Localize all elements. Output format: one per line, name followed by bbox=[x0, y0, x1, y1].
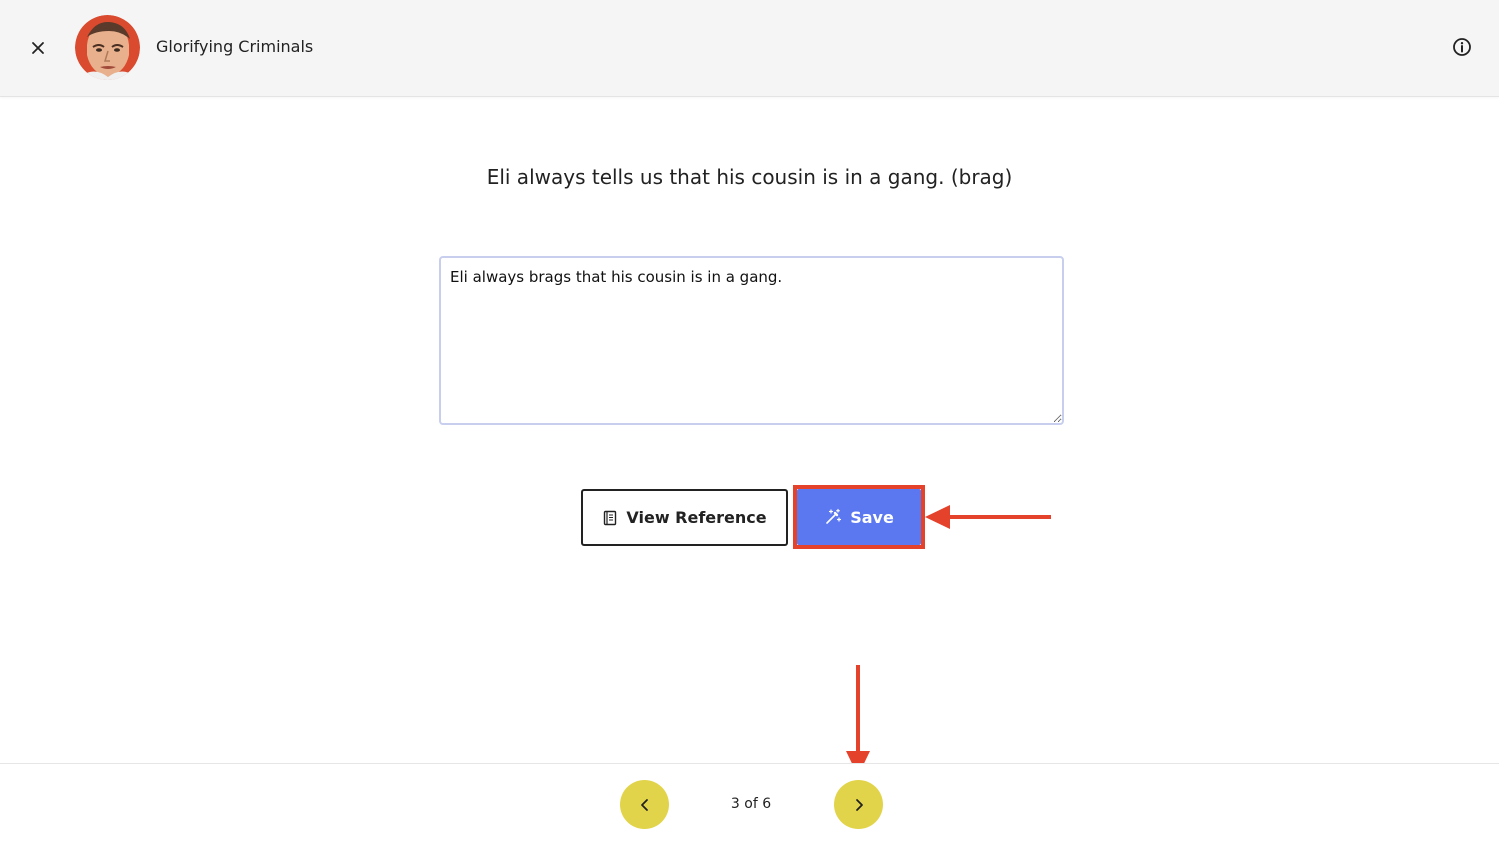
next-annotation-arrow bbox=[846, 665, 870, 776]
page-indicator: 3 of 6 bbox=[730, 796, 772, 812]
save-annotation-arrow bbox=[925, 505, 1051, 529]
top-bar: Glorifying Criminals bbox=[0, 0, 1499, 97]
lesson-avatar bbox=[75, 15, 140, 80]
save-button[interactable]: Save bbox=[797, 489, 921, 545]
info-button[interactable] bbox=[1450, 35, 1474, 59]
view-reference-label: View Reference bbox=[626, 508, 767, 527]
close-icon bbox=[32, 42, 44, 54]
previous-button[interactable] bbox=[620, 780, 669, 829]
answer-textarea[interactable]: Eli always brags that his cousin is in a… bbox=[439, 256, 1064, 425]
close-button[interactable] bbox=[26, 36, 50, 60]
info-icon bbox=[1453, 38, 1471, 56]
magic-wand-icon bbox=[826, 508, 842, 524]
book-icon bbox=[604, 510, 617, 525]
chevron-right-icon bbox=[855, 798, 863, 811]
next-button[interactable] bbox=[834, 780, 883, 829]
lesson-title: Glorifying Criminals bbox=[156, 37, 314, 56]
save-label: Save bbox=[850, 507, 894, 527]
exercise-prompt: Eli always tells us that his cousin is i… bbox=[486, 165, 1013, 189]
portrait-image bbox=[75, 15, 140, 80]
view-reference-button[interactable]: View Reference bbox=[581, 489, 788, 546]
chevron-left-icon bbox=[640, 798, 648, 811]
